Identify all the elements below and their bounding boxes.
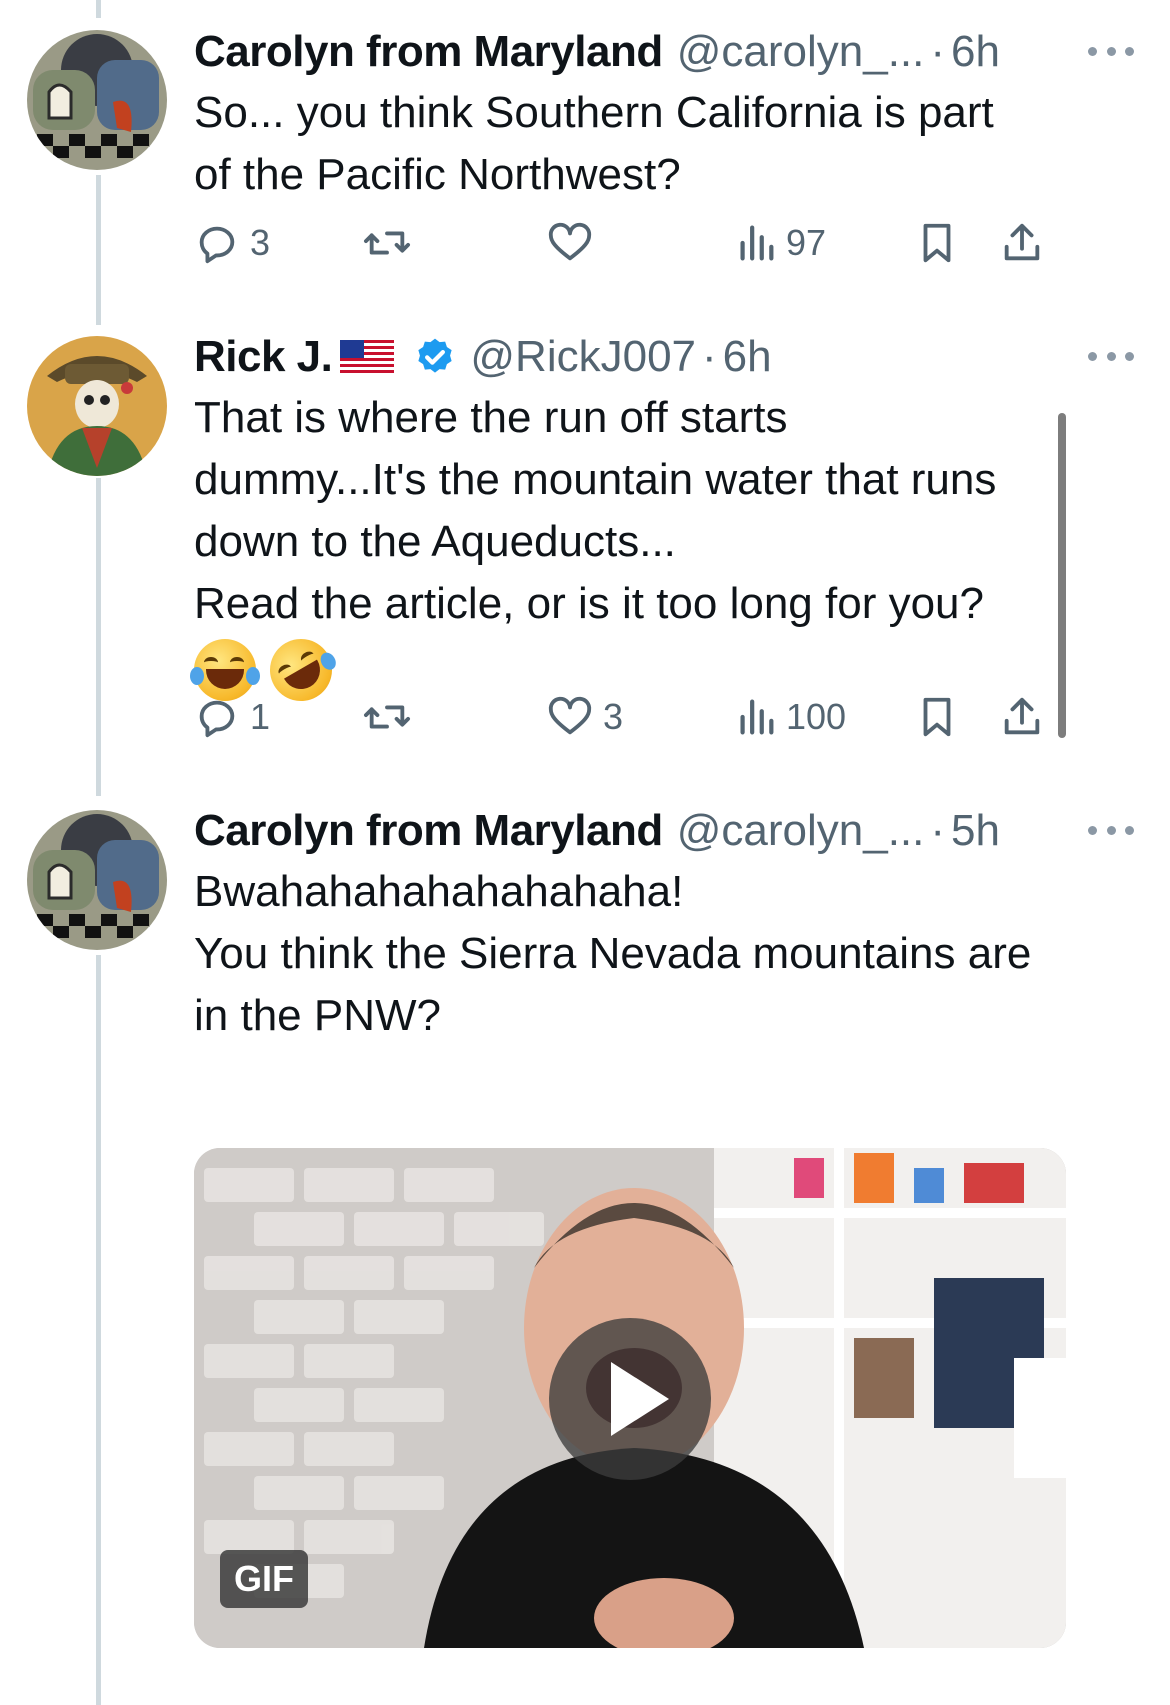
reply-count: 3 bbox=[250, 222, 271, 263]
views-icon bbox=[740, 225, 774, 261]
tweet-text-line: Bwahahahahahahahaha! bbox=[194, 867, 684, 916]
user-handle[interactable]: @RickJ007 bbox=[470, 332, 696, 382]
view-count: 97 bbox=[786, 222, 827, 263]
retweet-icon bbox=[363, 231, 410, 255]
tweet[interactable]: Carolyn from Maryland @carolyn_... · 6h … bbox=[194, 22, 1134, 206]
share-button[interactable] bbox=[999, 687, 1045, 747]
reply-icon bbox=[199, 700, 235, 738]
tweet-text-line: of the Pacific Northwest? bbox=[194, 150, 681, 199]
separator-dot: · bbox=[930, 27, 946, 76]
share-button[interactable] bbox=[999, 213, 1045, 273]
heart-icon bbox=[548, 696, 592, 735]
views-icon bbox=[740, 699, 774, 735]
tweet-header: Carolyn from Maryland @carolyn_... · 6h bbox=[194, 22, 1134, 82]
reply-button[interactable]: 3 bbox=[194, 213, 270, 273]
share-icon bbox=[1004, 223, 1040, 261]
verified-badge-icon[interactable] bbox=[414, 336, 456, 378]
timestamp[interactable]: 6h bbox=[951, 27, 1000, 77]
tweet[interactable]: Carolyn from Maryland @carolyn_... · 5h … bbox=[194, 801, 1134, 1047]
views-button[interactable]: 100 bbox=[736, 687, 846, 747]
reply-button[interactable]: 1 bbox=[194, 687, 270, 747]
tweet-text-line: in the PNW? bbox=[194, 991, 441, 1040]
us-flag-icon bbox=[340, 340, 395, 374]
views-button[interactable]: 97 bbox=[736, 213, 826, 273]
tweet-text: So... you think Southern California is p… bbox=[194, 82, 1134, 206]
separator-dot: · bbox=[930, 806, 946, 855]
bookmark-button[interactable] bbox=[916, 687, 958, 747]
tweet-text: That is where the run off starts dummy..… bbox=[194, 387, 1134, 635]
gif-badge: GIF bbox=[220, 1550, 308, 1608]
tweet-header: Carolyn from Maryland @carolyn_... · 5h bbox=[194, 801, 1134, 861]
more-options-icon[interactable] bbox=[1088, 36, 1134, 66]
thread-line bbox=[96, 175, 101, 325]
retweet-icon bbox=[363, 705, 410, 729]
retweet-button[interactable] bbox=[362, 687, 422, 747]
tweet-actions: 3 97 bbox=[194, 213, 1134, 273]
view-count: 100 bbox=[786, 696, 847, 737]
avatar-carolyn[interactable] bbox=[27, 30, 167, 170]
like-count: 3 bbox=[603, 696, 624, 737]
share-icon bbox=[1004, 697, 1040, 735]
media-container: GIF bbox=[194, 1148, 1066, 1648]
tweet-header: Rick J. @RickJ007 · 6h bbox=[194, 327, 1134, 387]
timestamp[interactable]: 6h bbox=[723, 332, 772, 382]
like-button[interactable] bbox=[547, 213, 603, 273]
display-name[interactable]: Carolyn from Maryland bbox=[194, 806, 663, 856]
avatar-rick[interactable] bbox=[27, 336, 167, 476]
timestamp[interactable]: 5h bbox=[951, 806, 1000, 856]
thread-line bbox=[96, 0, 101, 18]
play-icon[interactable] bbox=[549, 1318, 711, 1480]
avatar-carolyn[interactable] bbox=[27, 810, 167, 950]
user-handle[interactable]: @carolyn_... bbox=[677, 806, 925, 856]
retweet-button[interactable] bbox=[362, 213, 422, 273]
tweet-text: Bwahahahahahahahaha! You think the Sierr… bbox=[194, 861, 1134, 1047]
tweet-text-line: dummy...It's the mountain water that run… bbox=[194, 455, 997, 504]
thread-line bbox=[96, 955, 101, 1705]
tweet-text-line: Read the article, or is it too long for … bbox=[194, 579, 984, 628]
heart-icon bbox=[548, 222, 592, 261]
more-options-icon[interactable] bbox=[1088, 341, 1134, 371]
reply-icon bbox=[199, 226, 235, 264]
tweet-text-line: You think the Sierra Nevada mountains ar… bbox=[194, 929, 1032, 978]
more-options-icon[interactable] bbox=[1088, 815, 1134, 845]
user-handle[interactable]: @carolyn_... bbox=[677, 27, 925, 77]
display-name[interactable]: Rick J. bbox=[194, 332, 333, 382]
display-name[interactable]: Carolyn from Maryland bbox=[194, 27, 663, 77]
separator-dot: · bbox=[702, 332, 717, 381]
bookmark-icon bbox=[923, 697, 951, 737]
tweet-text-line: That is where the run off starts bbox=[194, 393, 788, 442]
gif-media[interactable]: GIF bbox=[194, 1148, 1066, 1648]
thread-line bbox=[96, 478, 101, 796]
scrollbar[interactable] bbox=[1058, 413, 1066, 738]
tweet-text-line: So... you think Southern California is p… bbox=[194, 88, 994, 137]
bookmark-icon bbox=[923, 223, 951, 263]
reply-count: 1 bbox=[250, 696, 271, 737]
like-button[interactable]: 3 bbox=[547, 687, 623, 747]
bookmark-button[interactable] bbox=[916, 213, 958, 273]
tweet[interactable]: Rick J. @RickJ007 · 6h That is where the… bbox=[190, 327, 1134, 713]
tweet-actions: 1 3 100 bbox=[194, 687, 1134, 747]
tweet-text-line: down to the Aqueducts... bbox=[194, 517, 676, 566]
